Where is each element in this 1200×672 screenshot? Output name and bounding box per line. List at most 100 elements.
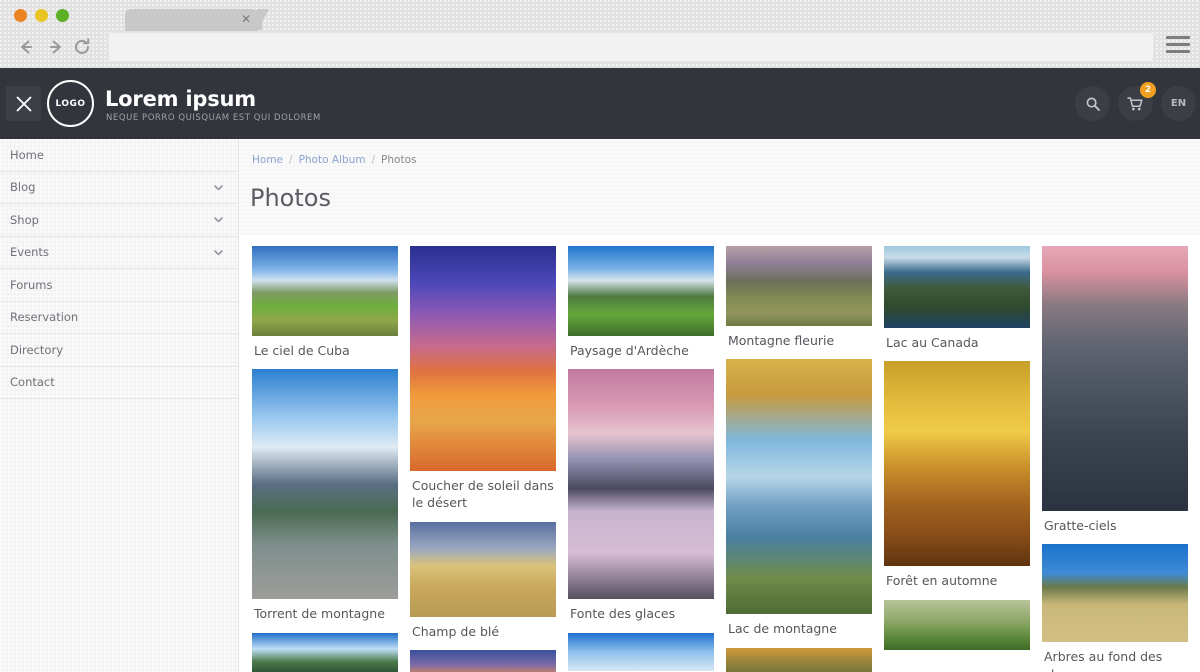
photo-caption: Fonte des glaces — [570, 606, 676, 622]
photo-card[interactable]: Paysage d'Ardèche — [568, 246, 714, 359]
browser-chrome: ✕ — [0, 0, 1200, 68]
sidebar-item-label: Directory — [10, 342, 64, 357]
header-actions: 2 EN — [1075, 82, 1196, 121]
sidebar-item-forums[interactable]: Forums — [0, 269, 238, 302]
photo-caption: Torrent de montagne — [254, 606, 385, 622]
sidebar-item-label: Events — [10, 245, 49, 260]
window-close-button[interactable] — [14, 9, 27, 22]
arrow-right-icon — [46, 37, 66, 57]
back-button[interactable] — [12, 33, 40, 61]
photo-card[interactable]: Fonte des glaces — [568, 369, 714, 622]
breadcrumb-item-1[interactable]: Photo Album — [299, 154, 366, 166]
sidebar-item-reservation[interactable]: Reservation — [0, 302, 238, 334]
photo-thumbnail[interactable] — [884, 361, 1030, 567]
cart-count-badge: 2 — [1140, 82, 1156, 98]
photo-thumbnail[interactable] — [252, 369, 398, 600]
photo-card[interactable] — [884, 599, 1030, 650]
photo-thumbnail[interactable] — [1042, 246, 1188, 511]
shopping-cart-icon — [1127, 96, 1144, 112]
photo-card[interactable]: Gratte-ciels — [1042, 246, 1188, 534]
hamburger-menu-icon[interactable] — [1166, 36, 1190, 58]
photo-card[interactable] — [726, 647, 872, 672]
sidebar-item-label: Blog — [10, 180, 36, 195]
arrow-left-icon — [16, 37, 36, 57]
sidebar-navigation: Home Blog Shop Events Forums Reservation Direc… — [0, 139, 239, 672]
photo-masonry-grid: Le ciel de Cuba Torrent de montagne Couche… — [252, 246, 1188, 672]
window-minimize-button[interactable] — [35, 9, 48, 22]
site-tagline: NEQUE PORRO QUISQUAM EST QUI DOLOREM — [106, 113, 321, 123]
photo-card[interactable]: Forêt en automne — [884, 361, 1030, 589]
photo-card[interactable]: Montagne fleurie — [726, 246, 872, 349]
photo-caption: Lac de montagne — [728, 621, 837, 637]
photo-card[interactable]: Lac de montagne — [726, 359, 872, 637]
sidebar-item-label: Home — [10, 147, 44, 162]
photo-thumbnail[interactable] — [410, 521, 556, 617]
photo-card[interactable]: Arbres au fond des champs — [1042, 544, 1188, 672]
photo-thumbnail[interactable] — [568, 632, 714, 671]
photo-caption: Paysage d'Ardèche — [570, 343, 689, 358]
sidebar-item-label: Forums — [10, 277, 53, 292]
photo-gallery-panel: Le ciel de Cuba Torrent de montagne Couche… — [239, 235, 1200, 672]
logo[interactable]: LOGO — [47, 80, 94, 127]
cart-button[interactable]: 2 — [1118, 82, 1156, 121]
photo-thumbnail[interactable] — [884, 246, 1030, 328]
breadcrumb-item-0[interactable]: Home — [252, 154, 283, 166]
reload-button[interactable] — [68, 33, 96, 61]
sidebar-item-events[interactable]: Events — [0, 237, 238, 269]
sidebar-item-label: Contact — [10, 375, 55, 390]
photo-thumbnail[interactable] — [410, 649, 556, 672]
photo-thumbnail[interactable] — [884, 599, 1030, 650]
photo-card[interactable] — [410, 649, 556, 672]
window-maximize-button[interactable] — [56, 9, 69, 22]
browser-tab[interactable]: ✕ — [125, 9, 269, 31]
photo-caption: Forêt en automne — [886, 573, 998, 589]
forward-button[interactable] — [42, 33, 70, 61]
site-header: LOGO Lorem ipsum NEQUE PORRO QUISQUAM ES… — [0, 68, 1200, 139]
breadcrumb-separator: / — [371, 154, 376, 166]
photo-caption: Montagne fleurie — [728, 333, 835, 348]
browser-toolbar — [0, 31, 1200, 65]
sidebar-item-shop[interactable]: Shop — [0, 204, 238, 237]
chevron-down-icon[interactable] — [213, 182, 224, 193]
language-label: EN — [1170, 98, 1187, 109]
sidebar-item-directory[interactable]: Directory — [0, 334, 238, 367]
photo-thumbnail[interactable] — [568, 369, 714, 600]
search-icon — [1085, 96, 1101, 112]
main-content: Home / Photo Album / Photos Photos Le ciel d… — [239, 139, 1200, 672]
photo-caption: Gratte-ciels — [1044, 518, 1117, 533]
close-menu-button[interactable] — [6, 86, 41, 121]
photo-card[interactable] — [568, 632, 714, 671]
photo-thumbnail[interactable] — [726, 359, 872, 615]
photo-card[interactable] — [252, 632, 398, 672]
photo-card[interactable]: Torrent de montagne — [252, 369, 398, 622]
address-input[interactable] — [109, 33, 1153, 61]
photo-caption: Arbres au fond des champs — [1044, 649, 1163, 672]
photo-thumbnail[interactable] — [252, 632, 398, 672]
language-button[interactable]: EN — [1161, 86, 1196, 121]
sidebar-item-home[interactable]: Home — [0, 139, 238, 172]
photo-thumbnail[interactable] — [252, 246, 398, 336]
address-bar[interactable] — [108, 32, 1154, 62]
photo-card[interactable]: Champ de blé — [410, 521, 556, 640]
breadcrumb: Home / Photo Album / Photos — [252, 154, 416, 166]
chevron-down-icon[interactable] — [213, 247, 224, 258]
tab-close-icon[interactable]: ✕ — [241, 12, 251, 26]
sidebar-item-blog[interactable]: Blog — [0, 172, 238, 204]
search-button[interactable] — [1075, 86, 1110, 121]
photo-thumbnail[interactable] — [726, 246, 872, 326]
sidebar-item-contact[interactable]: Contact — [0, 367, 238, 399]
chevron-down-icon[interactable] — [213, 214, 224, 225]
photo-caption: Coucher de soleil dans le désert — [412, 478, 554, 511]
breadcrumb-item-2: Photos — [381, 154, 417, 166]
photo-card[interactable]: Le ciel de Cuba — [252, 246, 398, 359]
photo-thumbnail[interactable] — [568, 246, 714, 336]
photo-card[interactable]: Lac au Canada — [884, 246, 1030, 351]
sidebar-item-label: Shop — [10, 212, 39, 227]
site-title: Lorem ipsum — [105, 87, 256, 111]
photo-card[interactable]: Coucher de soleil dans le désert — [410, 246, 556, 512]
photo-thumbnail[interactable] — [1042, 544, 1188, 643]
reload-icon — [72, 37, 92, 57]
photo-thumbnail[interactable] — [410, 246, 556, 471]
photo-thumbnail[interactable] — [726, 647, 872, 672]
photo-caption: Champ de blé — [412, 623, 500, 639]
